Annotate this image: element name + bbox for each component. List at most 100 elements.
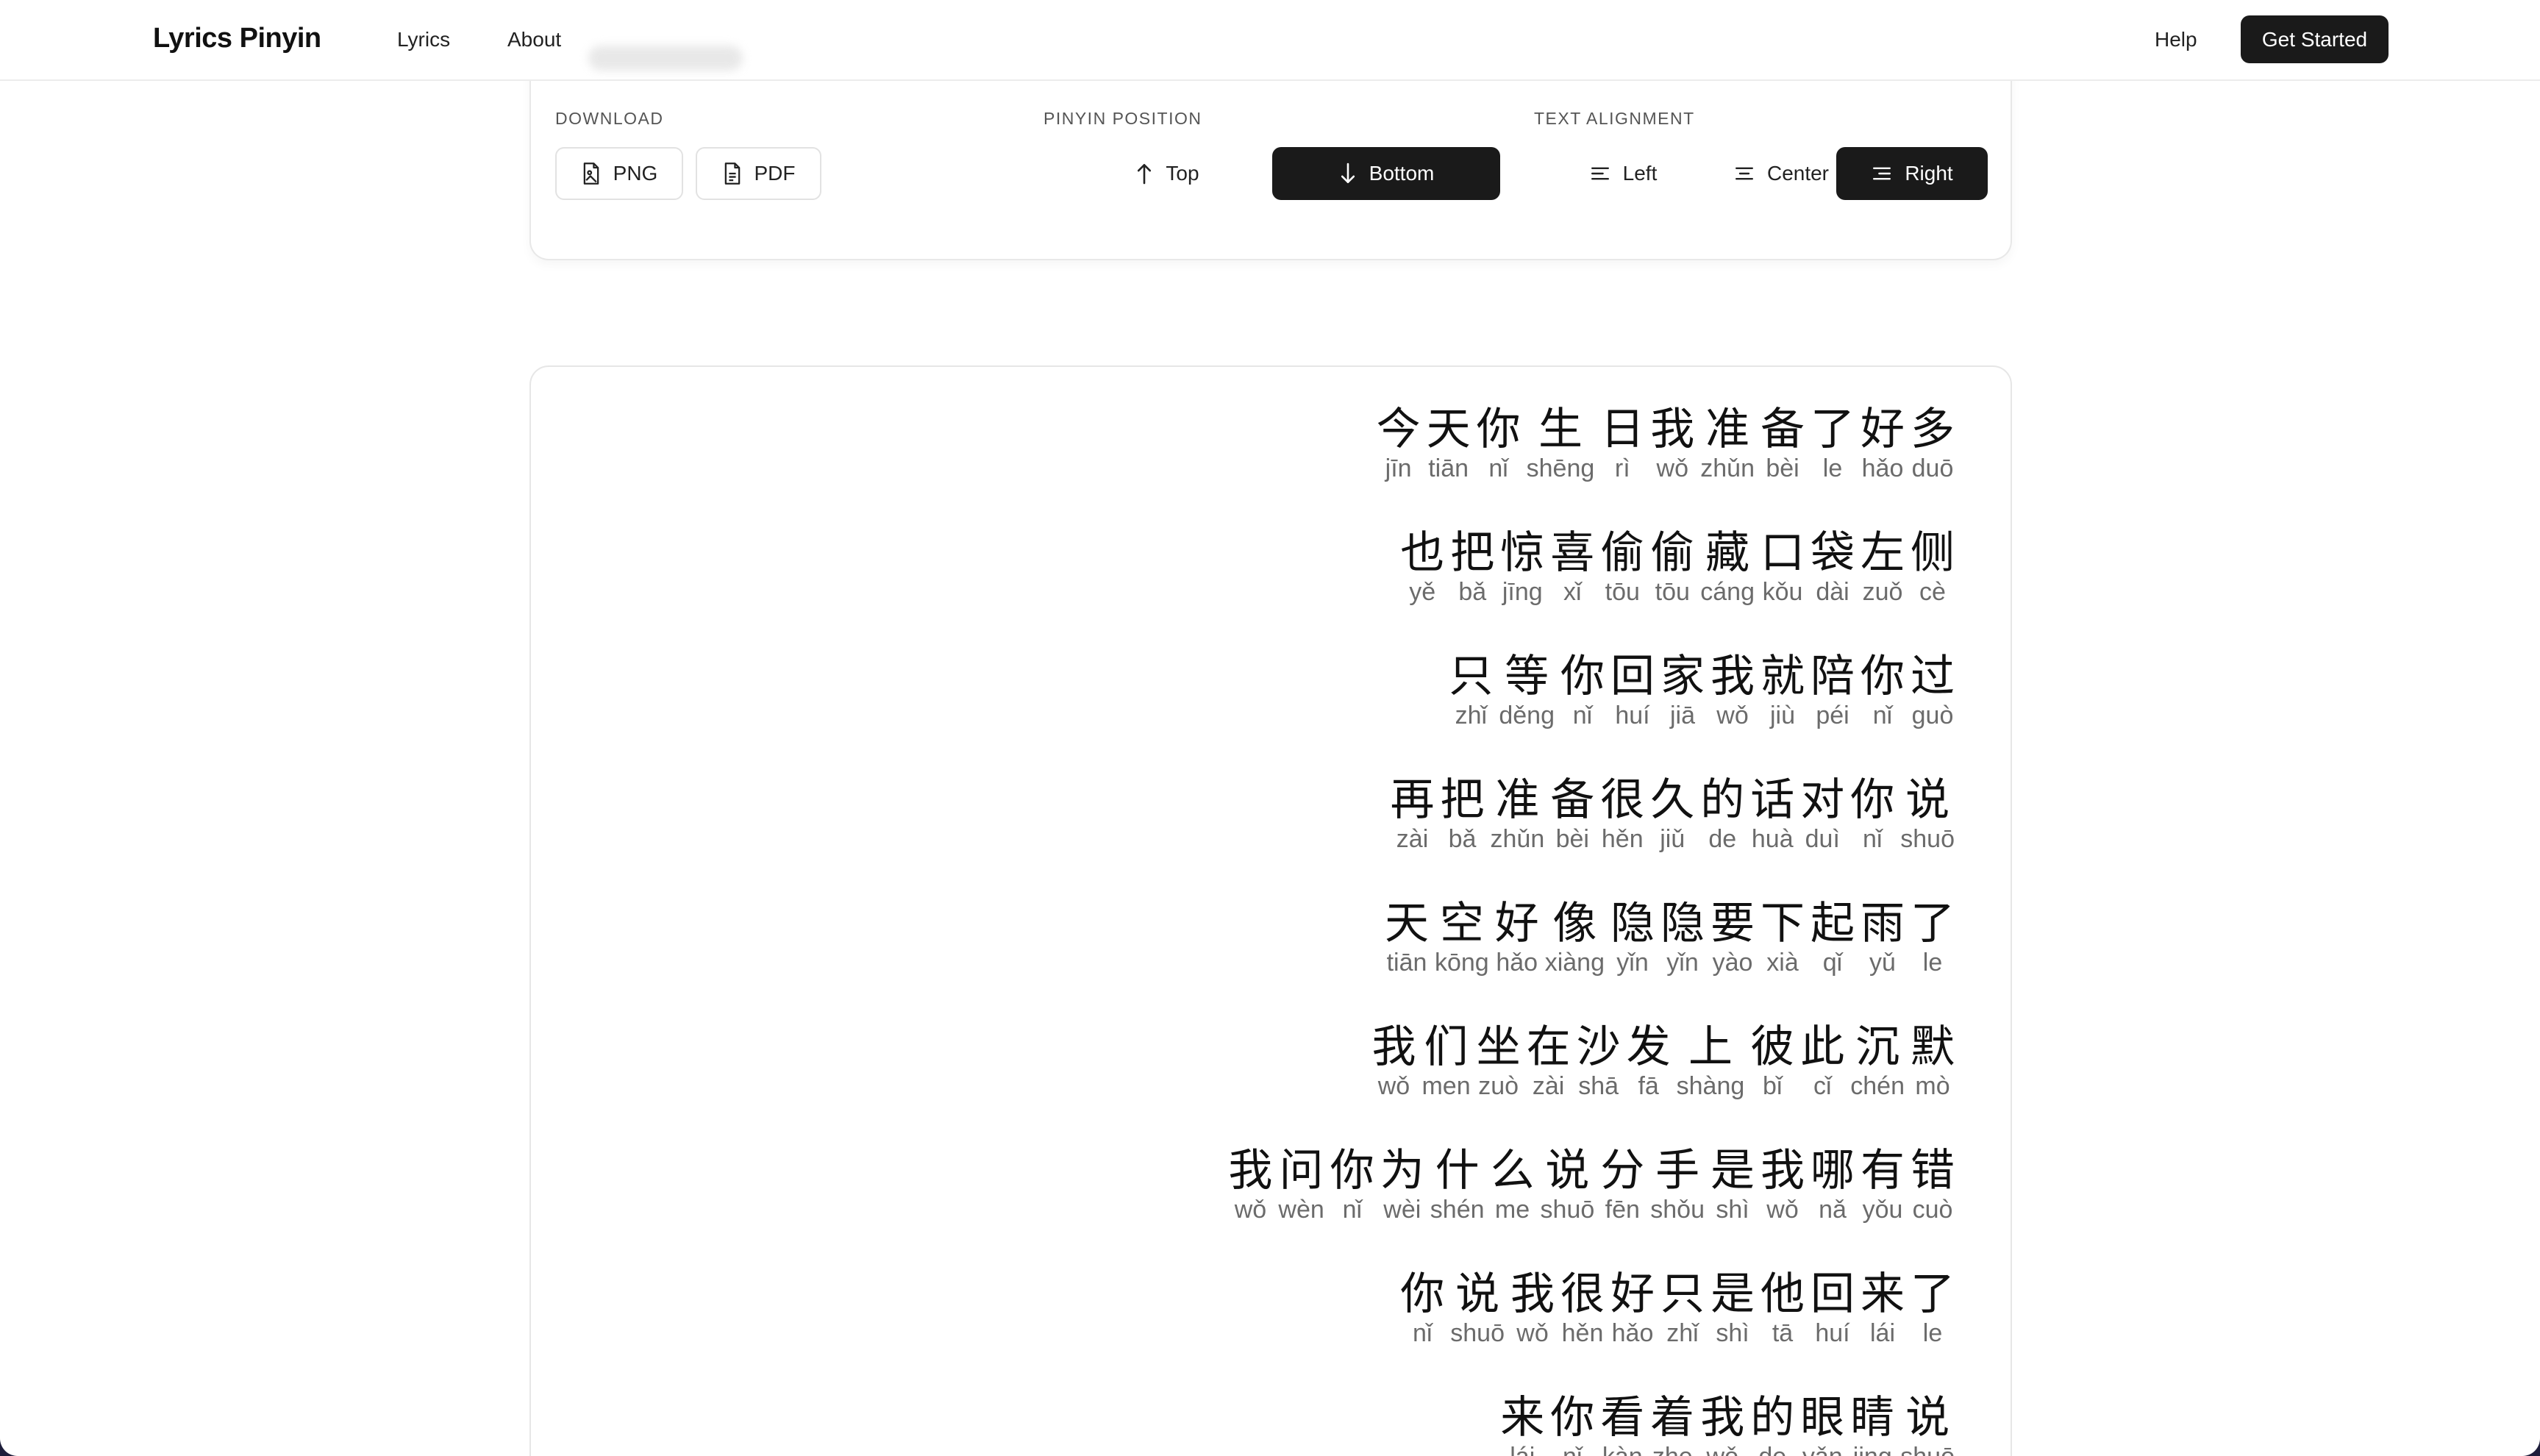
app-window: Lyrics Pinyin Lyrics About Help Get Star… <box>0 0 2540 1456</box>
pinyin: nǐ <box>1872 702 1893 729</box>
hanzi: 说 <box>1455 1268 1500 1320</box>
hanzi: 是 <box>1710 1145 1755 1196</box>
hanzi: 睛 <box>1850 1392 1895 1443</box>
pinyin: zhǐ <box>1455 702 1488 729</box>
lyric-line: 只 zhǐ 等 děng 你 nǐ 回 huí 家 jiā 我 wǒ 就 jiù 陪 péi 你 nǐ 过 guò <box>1446 651 1958 774</box>
pinyin: de <box>1708 825 1737 853</box>
hanzi: 天 <box>1384 898 1429 949</box>
download-png-button[interactable]: PNG <box>555 147 683 200</box>
hanzi: 你 <box>1400 1268 1445 1320</box>
lyric-char: 手 shǒu <box>1650 1145 1705 1223</box>
pinyin: jiǔ <box>1660 825 1685 853</box>
pinyin: shēng <box>1526 454 1595 482</box>
pinyin: wǒ <box>1766 1196 1799 1224</box>
lyric-char: 他 tā <box>1760 1268 1805 1346</box>
lyric-char: 今 jīn <box>1377 404 1421 482</box>
pinyin: duō <box>1911 454 1954 482</box>
nav-link-about[interactable]: About <box>507 28 561 51</box>
pinyin: hǎo <box>1496 949 1538 977</box>
lyric-char: 你nǐ <box>1550 1392 1594 1456</box>
hanzi: 你 <box>1850 774 1895 826</box>
lyric-char: 回 huí <box>1811 1268 1855 1346</box>
lyric-char: 说shuō <box>1541 1145 1595 1223</box>
hanzi: 侧 <box>1911 527 1955 579</box>
download-label: DOWNLOAD <box>555 109 664 128</box>
file-text-icon <box>722 162 743 185</box>
lyric-char: 天 tiān <box>1385 898 1429 976</box>
hanzi: 备 <box>1760 404 1805 455</box>
pinyin: shuō <box>1540 1196 1595 1224</box>
lyric-char: 话 huà <box>1750 774 1794 852</box>
hanzi: 准 <box>1495 774 1540 826</box>
lyric-char: 坐 zuò <box>1477 1021 1521 1099</box>
help-link[interactable]: Help <box>2155 28 2197 51</box>
align-left-icon <box>1589 165 1611 182</box>
lyric-char: 准 zhǔn <box>1491 774 1545 852</box>
nav-link-lyrics[interactable]: Lyrics <box>397 28 450 51</box>
pinyin: xǐ <box>1563 578 1582 606</box>
pinyin-bottom-button[interactable]: Bottom <box>1272 147 1500 200</box>
hanzi: 藏 <box>1705 527 1750 579</box>
pinyin: tiān <box>1386 949 1427 977</box>
pinyin: shā <box>1578 1072 1619 1100</box>
pinyin: guò <box>1911 702 1954 729</box>
hanzi: 等 <box>1505 651 1549 702</box>
lyric-char: 为 wèi <box>1380 1145 1424 1223</box>
pinyin: xiàng <box>1544 949 1605 977</box>
lyric-char: 家 jiā <box>1660 651 1705 729</box>
lyric-char: 侧 cè <box>1911 527 1955 605</box>
center-label: Center <box>1766 162 1830 185</box>
hanzi: 我 <box>1710 651 1755 702</box>
pinyin: huí <box>1815 1319 1850 1347</box>
lyric-char: 过 guò <box>1911 651 1955 729</box>
hanzi: 再 <box>1390 774 1435 826</box>
pinyin: jīn <box>1385 454 1412 482</box>
lyric-char: 着zhe <box>1650 1392 1694 1456</box>
hanzi: 我 <box>1760 1145 1805 1196</box>
lyric-char: 袋 dài <box>1811 527 1855 605</box>
pinyin: děng <box>1499 702 1555 729</box>
hanzi: 好 <box>1610 1268 1655 1320</box>
hanzi: 雨 <box>1861 898 1905 949</box>
lyric-line: 来lái你nǐ看kàn着zhe我wǒ的de眼yǎn睛jing说shuō <box>1497 1392 1958 1456</box>
pinyin: shén <box>1430 1196 1485 1224</box>
pinyin: chén <box>1850 1072 1905 1100</box>
download-pdf-button[interactable]: PDF <box>696 147 821 200</box>
pinyin: zhǔn <box>1490 825 1545 853</box>
lyric-char: 我wǒ <box>1700 1392 1744 1456</box>
lyric-char: 雨 yǔ <box>1861 898 1905 976</box>
hanzi: 沉 <box>1855 1021 1900 1073</box>
pinyin: rì <box>1614 454 1630 482</box>
align-right-button[interactable]: Right <box>1836 147 1988 200</box>
lyric-char: 眼yǎn <box>1800 1392 1844 1456</box>
lyric-char: 好 hǎo <box>1610 1268 1655 1346</box>
lyric-char: 的de <box>1700 774 1744 852</box>
lyric-char: 隐 yǐn <box>1610 898 1655 976</box>
lyric-char: 说shuō <box>1900 774 1955 852</box>
hanzi: 话 <box>1750 774 1795 826</box>
pinyin: fā <box>1638 1072 1659 1100</box>
arrow-up-icon <box>1135 162 1154 185</box>
arrow-down-icon <box>1338 162 1358 185</box>
lyric-char: 日 rì <box>1600 404 1644 482</box>
lyric-char: 了 le <box>1911 1268 1955 1346</box>
pinyin: tā <box>1772 1319 1794 1347</box>
align-left-button[interactable]: Left <box>1553 147 1693 200</box>
hanzi: 口 <box>1760 527 1805 579</box>
pinyin: le <box>1922 949 1943 977</box>
get-started-button[interactable]: Get Started <box>2241 15 2389 63</box>
hanzi: 有 <box>1861 1145 1905 1196</box>
pinyin-top-button[interactable]: Top <box>1101 147 1233 200</box>
lyric-char: 了 le <box>1911 898 1955 976</box>
hanzi: 多 <box>1911 404 1955 455</box>
pinyin: zuò <box>1478 1072 1519 1100</box>
hanzi: 很 <box>1560 1268 1605 1320</box>
pinyin: me <box>1494 1196 1530 1224</box>
pinyin: nǎ <box>1819 1196 1847 1224</box>
hanzi: 回 <box>1610 651 1655 702</box>
hanzi: 回 <box>1811 1268 1855 1320</box>
lyric-char: 上 shàng <box>1677 1021 1745 1099</box>
bottom-label: Bottom <box>1369 162 1435 185</box>
brand-logo[interactable]: Lyrics Pinyin <box>153 23 321 54</box>
pinyin: men <box>1421 1072 1471 1100</box>
